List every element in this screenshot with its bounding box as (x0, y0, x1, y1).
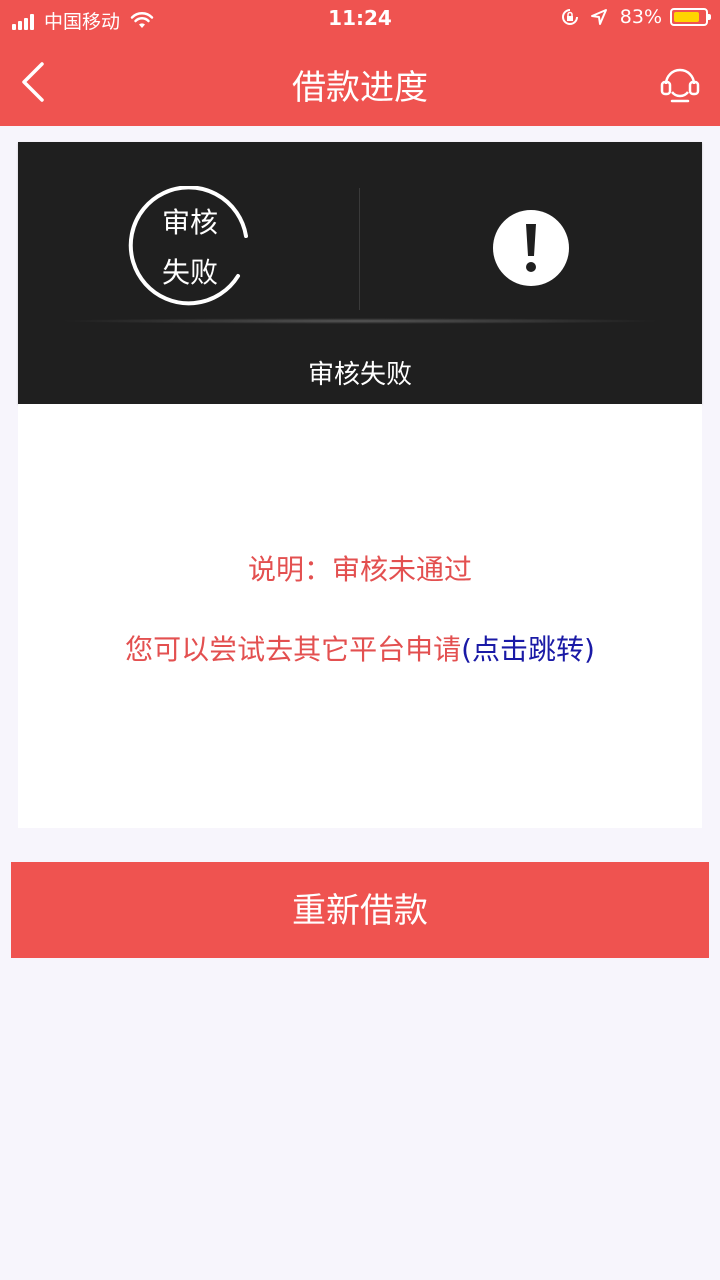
review-description: 说明：审核未通过 (247, 553, 472, 586)
card-divider (359, 188, 360, 310)
exclamation-circle-icon (493, 210, 569, 286)
status-right: 83% (560, 6, 711, 28)
orientation-lock-icon (561, 9, 578, 25)
battery-percent: 83% (619, 6, 662, 28)
jump-link[interactable]: (点击跳转) (461, 633, 595, 666)
status-caption: 审核失败 (307, 360, 412, 390)
status-ring-line1: 审核 (161, 206, 218, 239)
location-icon (590, 9, 607, 25)
battery-fill (674, 12, 699, 22)
page-title: 借款进度 (292, 68, 428, 108)
status-card: 审核 失败 审核失败 (18, 142, 702, 404)
hint-text: 您可以尝试去其它平台申请 (125, 633, 462, 666)
battery-icon (670, 8, 711, 26)
card-glow (58, 318, 662, 324)
hint-line: 您可以尝试去其它平台申请(点击跳转) (18, 628, 702, 668)
status-ring-text: 审核 失败 (128, 186, 252, 310)
status-bar: 中国移动 11:24 83% (0, 0, 720, 38)
headset-icon[interactable] (658, 60, 702, 104)
status-ring-line2: 失败 (161, 256, 218, 289)
details-card: 说明：审核未通过 您可以尝试去其它平台申请(点击跳转) (18, 404, 702, 828)
nav-bar: 借款进度 (0, 38, 720, 126)
retry-loan-button[interactable]: 重新借款 (11, 862, 709, 958)
